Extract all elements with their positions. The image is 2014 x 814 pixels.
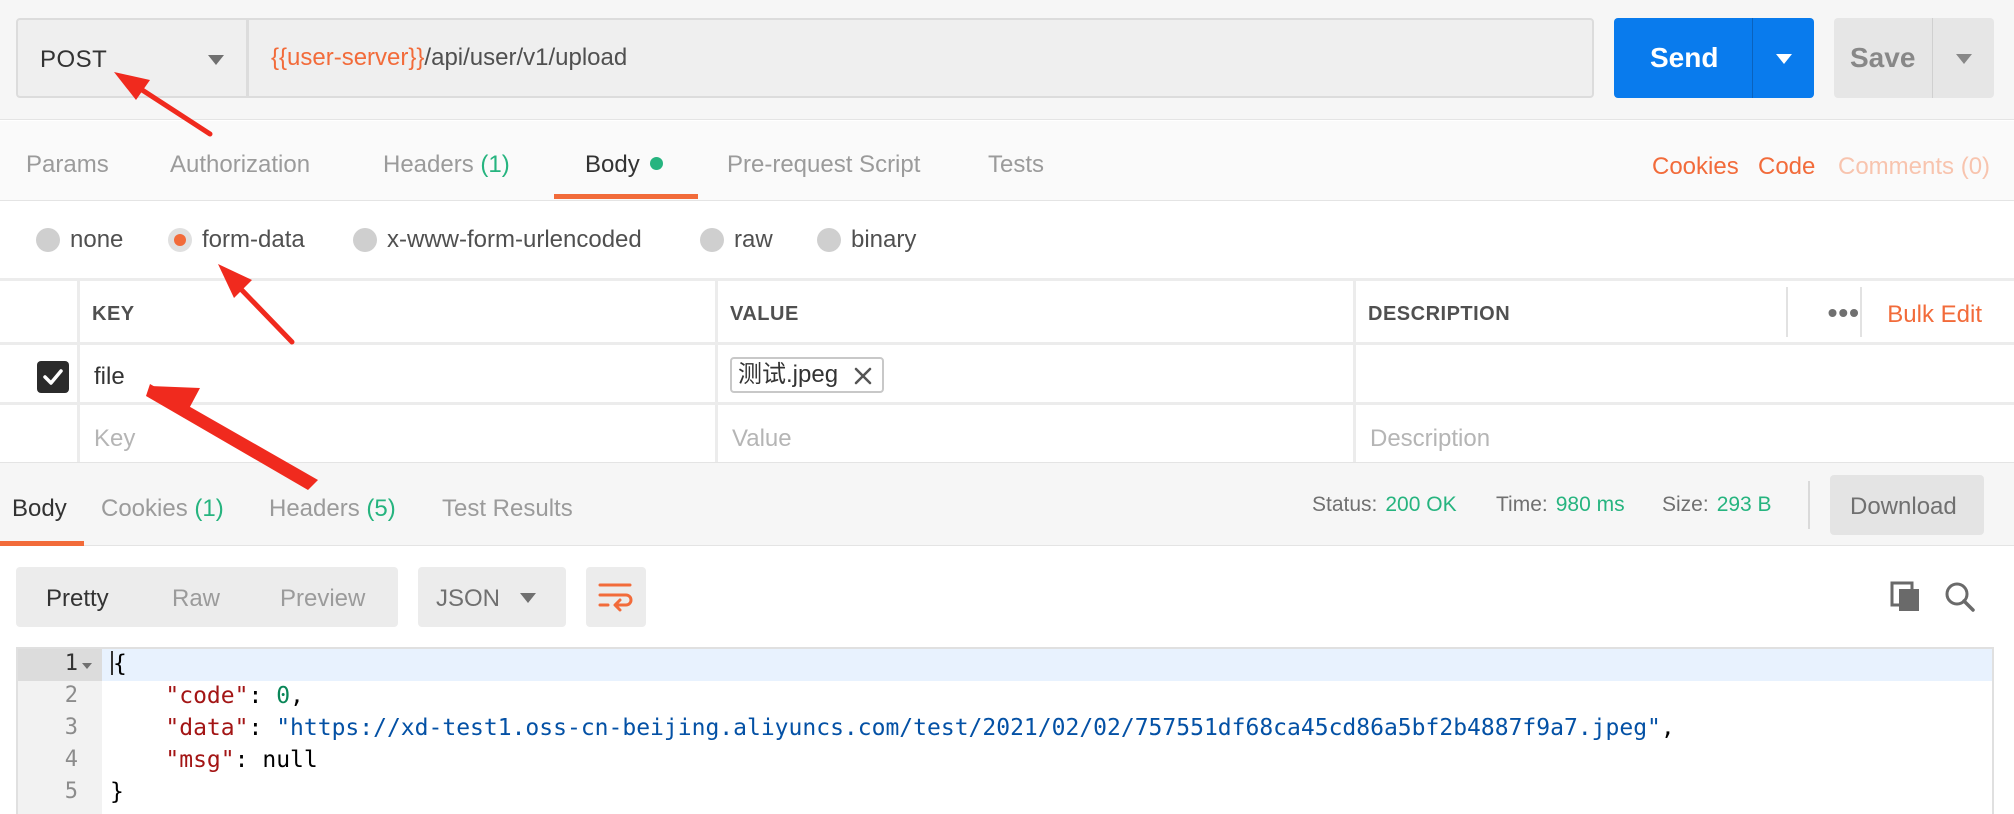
url-input[interactable]: {{user-server}}/api/user/v1/upload bbox=[248, 18, 1594, 98]
line-number: 2 bbox=[64, 683, 78, 708]
header-divider bbox=[1860, 287, 1862, 337]
row-check-cell bbox=[0, 405, 80, 465]
response-bar: Body Cookies (1) Headers (5) Test Result… bbox=[0, 462, 2014, 546]
active-tab-underline bbox=[554, 194, 698, 199]
header-description: DESCRIPTION ••• Bulk Edit bbox=[1356, 281, 2014, 345]
copy-icon[interactable] bbox=[1890, 581, 1922, 613]
header-divider bbox=[1786, 287, 1788, 337]
code-line-3: "data": "https://xd-test1.oss-cn-beijing… bbox=[165, 715, 1675, 741]
method-label: POST bbox=[40, 46, 108, 73]
header-check-cell bbox=[0, 281, 80, 345]
row-enabled-checkbox[interactable] bbox=[37, 361, 69, 393]
wrap-lines-button[interactable] bbox=[586, 567, 646, 627]
tab-params[interactable]: Params bbox=[26, 151, 109, 179]
status-value: 200 OK bbox=[1385, 493, 1457, 516]
save-divider bbox=[1932, 18, 1933, 98]
save-button[interactable]: Save bbox=[1834, 18, 1994, 98]
response-divider bbox=[1808, 481, 1810, 529]
chevron-down-icon bbox=[520, 593, 536, 603]
view-mode-raw[interactable]: Raw bbox=[172, 585, 220, 613]
status-stat: Status: 200 OK bbox=[1312, 493, 1457, 516]
send-label: Send bbox=[1650, 42, 1719, 73]
radio-circle bbox=[817, 228, 841, 252]
active-line-highlight bbox=[102, 649, 1992, 681]
headers-count: (1) bbox=[480, 151, 510, 178]
code-line-2: "code": 0, bbox=[165, 683, 304, 709]
line-number: 4 bbox=[64, 747, 78, 772]
size-stat: Size: 293 B bbox=[1662, 493, 1772, 516]
wrap-lines-icon bbox=[598, 583, 633, 612]
method-select[interactable]: POST bbox=[16, 18, 248, 98]
check-icon bbox=[43, 369, 63, 385]
url-path: /api/user/v1/upload bbox=[424, 44, 628, 71]
description-cell[interactable] bbox=[1356, 345, 2014, 405]
tab-body[interactable]: Body bbox=[585, 151, 663, 179]
description-input[interactable]: Description bbox=[1356, 405, 2014, 465]
code-link[interactable]: Code bbox=[1758, 153, 1815, 181]
request-bar: POST {{user-server}}/api/user/v1/upload … bbox=[0, 0, 2014, 120]
format-select[interactable]: JSON bbox=[418, 567, 566, 627]
radio-circle bbox=[353, 228, 377, 252]
header-key: KEY bbox=[80, 281, 718, 345]
params-table: KEY VALUE DESCRIPTION ••• Bulk Edit file… bbox=[0, 278, 2014, 465]
send-divider bbox=[1752, 18, 1753, 98]
time-value: 980 ms bbox=[1555, 493, 1625, 516]
value-cell[interactable]: 测试.jpeg bbox=[718, 345, 1356, 405]
send-options-chevron-icon[interactable] bbox=[1776, 54, 1792, 64]
param-key: file bbox=[94, 363, 125, 390]
response-toolbar: Pretty Raw Preview JSON bbox=[0, 547, 2014, 647]
ellipsis-icon[interactable]: ••• bbox=[1828, 297, 1860, 329]
close-icon[interactable] bbox=[852, 365, 874, 387]
radio-circle bbox=[36, 228, 60, 252]
save-label: Save bbox=[1850, 42, 1916, 73]
fold-chevron-icon[interactable] bbox=[82, 663, 92, 669]
comments-link[interactable]: Comments (0) bbox=[1838, 153, 1990, 181]
url-text: {{user-server}}/api/user/v1/upload bbox=[271, 44, 627, 72]
url-variable: {{user-server}} bbox=[271, 44, 425, 71]
value-input[interactable]: Value bbox=[718, 405, 1356, 465]
code-line-5: } bbox=[110, 779, 124, 805]
radio-circle-selected bbox=[168, 228, 192, 252]
body-indicator-dot bbox=[649, 157, 663, 170]
file-chip: 测试.jpeg bbox=[730, 357, 885, 393]
response-tab-test-results[interactable]: Test Results bbox=[442, 495, 573, 523]
view-mode-toggle: Pretty Raw Preview bbox=[16, 567, 398, 627]
code-line-1: { bbox=[111, 651, 127, 677]
chevron-down-icon bbox=[208, 55, 224, 65]
response-tab-cookies[interactable]: Cookies (1) bbox=[101, 495, 224, 523]
response-code-editor[interactable]: 1 2 3 4 5 { "code": 0, "data": "https://… bbox=[16, 647, 1994, 814]
download-button[interactable]: Download bbox=[1830, 475, 1984, 535]
request-tabs: Params Authorization Headers (1) Body Pr… bbox=[0, 121, 2014, 201]
key-cell[interactable]: file bbox=[80, 345, 718, 405]
save-options-chevron-icon[interactable] bbox=[1956, 54, 1972, 64]
tab-tests[interactable]: Tests bbox=[988, 151, 1044, 179]
view-mode-preview[interactable]: Preview bbox=[280, 585, 365, 613]
code-line-4: "msg": null bbox=[165, 747, 318, 773]
tab-pre-request-script[interactable]: Pre-request Script bbox=[727, 151, 920, 179]
line-number: 1 bbox=[64, 651, 78, 676]
line-number: 3 bbox=[64, 715, 78, 740]
time-stat: Time: 980 ms bbox=[1496, 493, 1625, 516]
radio-circle bbox=[700, 228, 724, 252]
cookies-link[interactable]: Cookies bbox=[1652, 153, 1739, 181]
header-value: VALUE bbox=[718, 281, 1356, 345]
view-mode-pretty[interactable]: Pretty bbox=[46, 585, 109, 613]
file-name: 测试.jpeg bbox=[738, 361, 839, 388]
search-icon[interactable] bbox=[1944, 581, 1976, 613]
body-type-selector: none form-data x-www-form-urlencoded raw… bbox=[0, 202, 2014, 278]
bulk-edit-link[interactable]: Bulk Edit bbox=[1887, 301, 1982, 329]
tab-headers[interactable]: Headers (1) bbox=[383, 151, 510, 179]
response-active-underline bbox=[0, 541, 84, 546]
tab-authorization[interactable]: Authorization bbox=[170, 151, 310, 179]
response-tab-headers[interactable]: Headers (5) bbox=[269, 495, 396, 523]
line-number: 5 bbox=[64, 779, 78, 804]
response-tab-body[interactable]: Body bbox=[12, 495, 67, 523]
key-input[interactable]: Key bbox=[80, 405, 718, 465]
size-value: 293 B bbox=[1716, 493, 1772, 516]
send-button[interactable]: Send bbox=[1614, 18, 1814, 98]
